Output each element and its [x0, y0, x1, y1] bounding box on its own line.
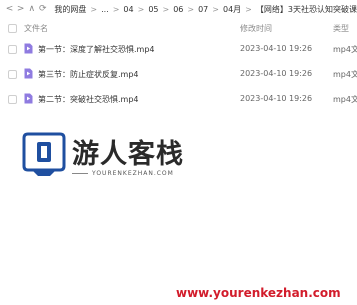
- watermark-url: www.yourenkezhan.com: [176, 286, 341, 300]
- file-name[interactable]: 第二节：突破社交恐惧.mp4: [38, 94, 139, 105]
- breadcrumb: 我的网盘 > ... > 04 > 05 > 06 > 07 > 04月 > 【…: [54, 4, 357, 15]
- breadcrumb-item[interactable]: 06: [173, 5, 183, 14]
- row-checkbox[interactable]: [8, 70, 17, 79]
- file-modified-date: 2023-04-10 19:26: [240, 69, 313, 78]
- logo-emblem-icon: [22, 132, 66, 176]
- file-row[interactable]: 第二节：突破社交恐惧.mp4 2023-04-10 19:26 mp4文件: [0, 90, 357, 108]
- forward-button[interactable]: >: [15, 4, 26, 14]
- breadcrumb-item[interactable]: 04: [123, 5, 133, 14]
- file-modified-date: 2023-04-10 19:26: [240, 94, 313, 103]
- breadcrumb-separator: >: [162, 4, 170, 14]
- breadcrumb-item[interactable]: 07: [198, 5, 208, 14]
- breadcrumb-item[interactable]: ...: [101, 5, 109, 14]
- watermark-subtitle: YOURENKEZHAN.COM: [92, 170, 174, 177]
- file-row[interactable]: 第一节：深度了解社交恐惧.mp4 2023-04-10 19:26 mp4文件: [0, 40, 357, 58]
- column-header-date[interactable]: 修改时间: [240, 23, 272, 34]
- file-type: mp4文件: [333, 45, 357, 54]
- file-modified-date: 2023-04-10 19:26: [240, 44, 313, 53]
- select-all-checkbox[interactable]: [8, 24, 17, 33]
- breadcrumb-separator: >: [187, 4, 195, 14]
- breadcrumb-separator: >: [212, 4, 219, 14]
- refresh-icon[interactable]: ⟳: [37, 4, 48, 14]
- divider: [72, 173, 88, 174]
- file-type: mp4文件: [333, 70, 357, 79]
- file-name[interactable]: 第一节：深度了解社交恐惧.mp4: [38, 44, 155, 55]
- breadcrumb-item[interactable]: 04月: [223, 4, 241, 15]
- column-header-type[interactable]: 类型: [333, 23, 349, 34]
- file-list-header: 文件名 修改时间 类型: [0, 20, 357, 36]
- video-file-icon: [24, 93, 33, 104]
- watermark-title: 游人客栈: [72, 139, 184, 170]
- file-name[interactable]: 第三节：防止症状反复.mp4: [38, 69, 139, 80]
- video-file-icon: [24, 43, 33, 54]
- up-button[interactable]: ∧: [26, 4, 37, 14]
- breadcrumb-item[interactable]: 我的网盘: [54, 4, 86, 15]
- breadcrumb-separator: >: [245, 4, 252, 14]
- watermark-logo: 游人客栈 YOURENKEZHAN.COM: [22, 130, 202, 188]
- column-header-name[interactable]: 文件名: [24, 23, 48, 34]
- breadcrumb-separator: >: [137, 4, 145, 14]
- video-file-icon: [24, 68, 33, 79]
- breadcrumb-item[interactable]: 05: [148, 5, 158, 14]
- breadcrumb-current[interactable]: 【网络】3天社恐认知突破课: [256, 4, 357, 15]
- file-type: mp4文件: [333, 95, 357, 104]
- file-row[interactable]: 第三节：防止症状反复.mp4 2023-04-10 19:26 mp4文件: [0, 65, 357, 83]
- breadcrumb-separator: >: [112, 4, 120, 14]
- row-checkbox[interactable]: [8, 95, 17, 104]
- path-bar: < > ∧ ⟳ 我的网盘 > ... > 04 > 05 > 06 > 07 >…: [0, 0, 357, 18]
- breadcrumb-separator: >: [90, 4, 98, 14]
- back-button[interactable]: <: [4, 4, 15, 14]
- row-checkbox[interactable]: [8, 45, 17, 54]
